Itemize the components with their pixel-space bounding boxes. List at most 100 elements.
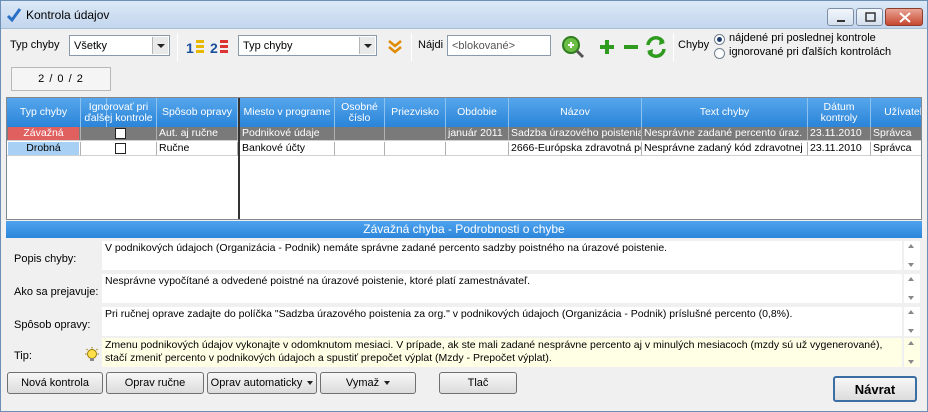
description-label: Popis chyby: <box>14 253 77 265</box>
manifest-text: Nesprávne vypočítané a odvedené poistné … <box>102 274 902 303</box>
fix-automatically-button[interactable]: Oprav automaticky <box>207 372 317 394</box>
error-type-value: Všetky <box>74 40 108 52</box>
fix-automatically-label: Oprav automaticky <box>210 377 303 389</box>
error-type-select[interactable]: Všetky <box>69 35 170 56</box>
error-counter: 2 / 0 / 2 <box>11 67 111 91</box>
maximize-button[interactable] <box>856 8 883 26</box>
minus-icon[interactable] <box>620 36 642 58</box>
col-text[interactable]: Text chyby <box>642 98 808 127</box>
table-header: Typ chyby Ignorovať pri ďalšej kontrole … <box>7 98 921 127</box>
cell-text: Nesprávne zadané percento úraz. <box>642 127 808 141</box>
cell-fix: Ručne <box>157 142 238 156</box>
manifest-scrollbar[interactable] <box>904 274 920 303</box>
cell-personal-no <box>335 127 385 141</box>
col-name[interactable]: Názov <box>509 98 642 127</box>
col-place[interactable]: Miesto v programe <box>240 98 335 127</box>
col-user[interactable]: Užívateľ <box>871 98 921 127</box>
col-date[interactable]: Dátum kontroly <box>808 98 871 127</box>
cell-place: Bankové účty <box>240 142 335 156</box>
cell-place: Podnikové údaje <box>240 127 335 141</box>
col-surname[interactable]: Priezvisko <box>385 98 446 127</box>
tip-scrollbar[interactable] <box>904 338 920 367</box>
frozen-column-divider <box>238 98 240 219</box>
minimize-icon <box>837 20 845 22</box>
cell-personal-no <box>335 142 385 156</box>
cell-text: Nesprávne zadaný kód zdravotnej <box>642 142 808 156</box>
fix-manually-button[interactable]: Oprav ručne <box>106 372 204 394</box>
table-row[interactable]: Závažná Aut. aj ručne Podnikové údaje ja… <box>7 127 921 141</box>
table-row[interactable]: Drobná Ručne Bankové účty 2666-Európska … <box>7 142 921 156</box>
radio-ignored-label: ignorované pri ďalších kontrolách <box>729 46 892 58</box>
cell-period: január 2011 <box>446 127 509 141</box>
plus-icon[interactable] <box>596 36 618 58</box>
toolbar: Typ chyby Všetky 1 2 Typ chyby Nájdi <bl… <box>1 29 927 65</box>
tip-text: Zmenu podnikových údajov vykonajte v odo… <box>102 338 902 367</box>
cell-date: 23.11.2010 <box>808 142 871 156</box>
tip-label: Tip: <box>14 350 32 362</box>
chevron-down-icon <box>359 37 375 54</box>
fix-label: Spôsob opravy: <box>14 319 91 331</box>
radio-found-last[interactable] <box>714 34 725 45</box>
error-table: Typ chyby Ignorovať pri ďalšej kontrole … <box>6 97 922 220</box>
delete-button[interactable]: Vymaž <box>320 372 416 394</box>
back-button[interactable]: Návrat <box>833 376 917 402</box>
separator <box>411 33 412 61</box>
new-check-button[interactable]: Nová kontrola <box>7 372 103 394</box>
minimize-button[interactable] <box>827 8 854 26</box>
col-period[interactable]: Obdobie <box>446 98 509 127</box>
main-window: Kontrola údajov Typ chyby Všetky 1 2 Typ… <box>0 0 928 412</box>
close-icon <box>899 12 911 23</box>
checkmark-icon <box>6 8 22 23</box>
cell-name: 2666-Európska zdravotná poist. <box>509 142 642 156</box>
find-label: Nájdi <box>418 39 444 51</box>
cell-surname <box>385 127 446 141</box>
col-fix[interactable]: Spôsob opravy <box>157 98 238 127</box>
detail-title: Závažná chyba - Podrobnosti o chybe <box>6 221 922 238</box>
cell-user: Správca <box>871 127 921 141</box>
col-personal-no[interactable]: Osobné číslo <box>335 98 385 127</box>
sort-descending-icon[interactable]: 2 <box>209 36 231 58</box>
delete-label: Vymaž <box>345 377 380 389</box>
maximize-icon <box>865 12 876 22</box>
severity-badge: Drobná <box>8 142 79 155</box>
description-scrollbar[interactable] <box>904 241 920 270</box>
radio-ignored[interactable] <box>714 48 725 59</box>
cell-ignore <box>81 127 157 141</box>
close-button[interactable] <box>885 8 923 26</box>
cell-date: 23.11.2010 <box>808 127 871 141</box>
cell-user: Správca <box>871 142 921 156</box>
fix-scrollbar[interactable] <box>904 307 920 336</box>
double-chevron-down-icon[interactable] <box>384 36 406 58</box>
refresh-icon[interactable] <box>644 35 668 59</box>
error-type-label: Typ chyby <box>10 39 60 51</box>
cell-name: Sadzba úrazového poistenia <box>509 127 642 141</box>
cell-fix: Aut. aj ručne <box>157 127 238 141</box>
manifest-label: Ako sa prejavuje: <box>14 286 99 298</box>
title-bar: Kontrola údajov <box>1 1 927 29</box>
ignore-checkbox[interactable] <box>115 128 126 139</box>
description-text: V podnikových údajoch (Organizácia - Pod… <box>102 241 902 270</box>
window-title: Kontrola údajov <box>26 8 110 22</box>
severity-badge: Závažná <box>8 127 79 140</box>
separator <box>673 33 674 61</box>
find-input[interactable]: <blokované> <box>447 35 551 56</box>
print-button[interactable]: Tlač <box>439 372 517 394</box>
cell-type: Drobná <box>7 142 81 156</box>
cell-ignore <box>81 142 157 156</box>
svg-text:2: 2 <box>210 40 218 56</box>
sort-by-select[interactable]: Typ chyby <box>238 35 377 56</box>
cell-surname <box>385 142 446 156</box>
ignore-checkbox[interactable] <box>115 143 126 154</box>
errors-label: Chyby <box>678 39 710 51</box>
radio-found-last-label: nájdené pri poslednej kontrole <box>729 32 876 44</box>
sort-ascending-icon[interactable]: 1 <box>185 36 207 58</box>
sort-by-value: Typ chyby <box>243 40 293 52</box>
cell-type: Závažná <box>7 127 81 141</box>
svg-text:1: 1 <box>186 40 194 56</box>
col-type[interactable]: Typ chyby <box>7 98 81 127</box>
fix-text: Pri ručnej oprave zadajte do políčka "Sa… <box>102 307 902 336</box>
col-ignore[interactable]: Ignorovať pri ďalšej kontrole <box>81 98 157 127</box>
cell-period <box>446 142 509 156</box>
search-icon[interactable] <box>560 34 586 60</box>
lightbulb-icon <box>85 347 99 361</box>
